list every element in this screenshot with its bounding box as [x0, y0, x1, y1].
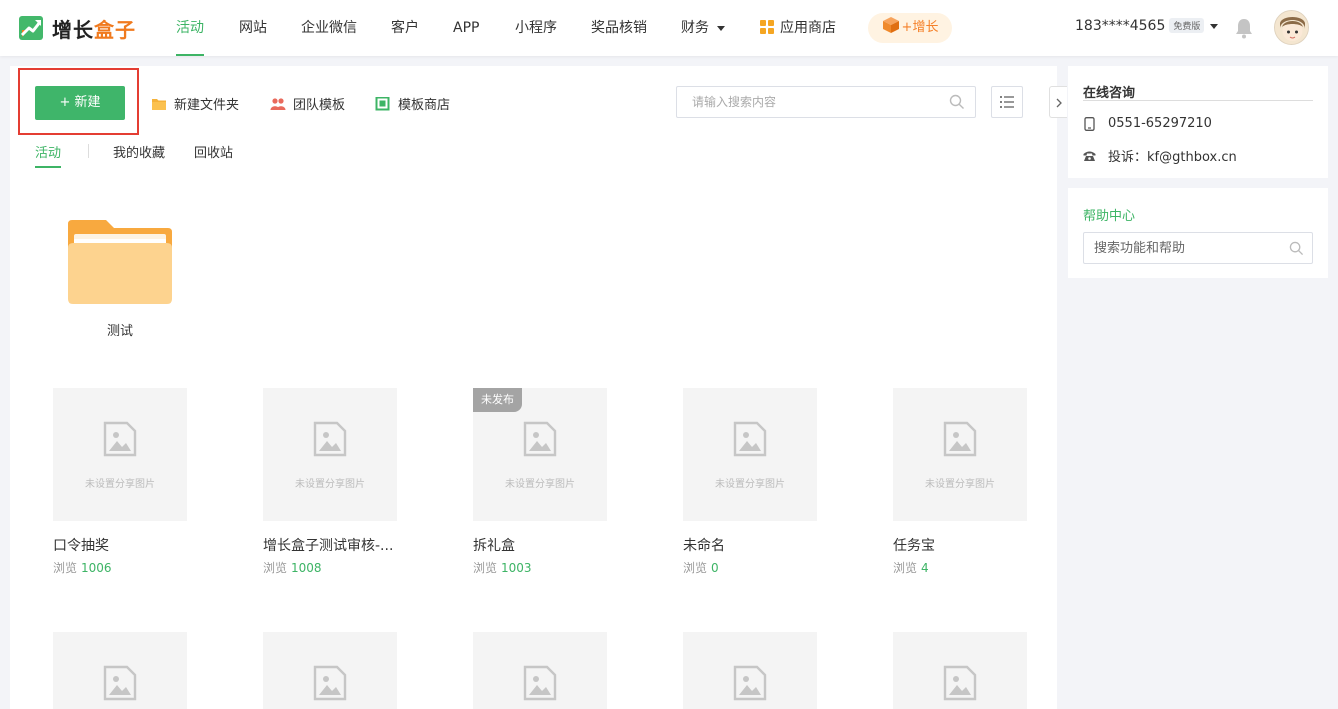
image-placeholder-icon — [943, 421, 977, 457]
activity-card-title[interactable]: 拆礼盒 — [473, 535, 607, 555]
help-search-input[interactable] — [1084, 233, 1279, 263]
unpublished-badge: 未发布 — [473, 388, 522, 412]
store-icon — [375, 96, 390, 110]
top-navbar: 增长盒子 活动 网站 企业微信 客户 APP 小程序 奖品核销 财务 应用商店 … — [0, 0, 1338, 56]
consult-complaint: 投诉：kf@gthbox.cn — [1083, 146, 1237, 165]
nav-item-app[interactable]: APP — [453, 0, 479, 56]
nav-item-customers[interactable]: 客户 — [391, 0, 419, 56]
activity-card-thumbnail[interactable] — [893, 632, 1027, 709]
consult-title: 在线咨询 — [1083, 86, 1136, 101]
activity-card-thumbnail[interactable] — [53, 632, 187, 709]
image-placeholder-icon — [523, 665, 557, 701]
activity-card-views: 浏览 0 — [683, 561, 719, 575]
online-consult-panel: 在线咨询 0551-65297210 投诉：kf@gthbox.cn — [1068, 66, 1328, 178]
image-placeholder-icon — [523, 421, 557, 457]
tab-activity[interactable]: 活动 — [35, 142, 62, 168]
activity-card-thumbnail[interactable]: 未设置分享图片 — [53, 388, 187, 521]
nav-item-app-store[interactable]: 应用商店 — [760, 0, 836, 56]
activity-card-title[interactable]: 增长盒子测试审核-... — [263, 535, 397, 555]
tab-divider — [88, 144, 89, 158]
thumbnail-placeholder-text: 未设置分享图片 — [85, 479, 155, 490]
list-view-icon — [1000, 96, 1014, 108]
activity-card-views: 浏览 1006 — [53, 561, 112, 575]
consult-phone: 0551-65297210 — [1083, 116, 1212, 131]
activity-card-views: 浏览 1003 — [473, 561, 532, 575]
image-placeholder-icon — [103, 665, 137, 701]
folder-icon — [152, 98, 166, 110]
tab-favorites[interactable]: 我的收藏 — [113, 142, 165, 161]
brand-logo[interactable]: 增长盒子 — [18, 14, 136, 42]
phone-icon — [1084, 116, 1095, 131]
tab-recycle-bin[interactable]: 回收站 — [194, 142, 233, 161]
nav-item-finance[interactable]: 财务 — [681, 0, 725, 56]
help-center-title[interactable]: 帮助中心 — [1083, 205, 1135, 224]
help-center-panel: 帮助中心 — [1068, 188, 1328, 278]
telephone-icon — [1083, 151, 1096, 161]
new-folder-button[interactable]: 新建文件夹 — [151, 94, 239, 113]
help-search-box[interactable] — [1083, 232, 1313, 264]
activity-card-title[interactable]: 任务宝 — [893, 535, 1027, 555]
image-placeholder-icon — [103, 421, 137, 457]
nav-item-miniprogram[interactable]: 小程序 — [515, 0, 557, 56]
activity-card-thumbnail[interactable] — [263, 632, 397, 709]
search-input[interactable] — [677, 87, 937, 117]
user-phone: 183****4565 — [1075, 18, 1166, 34]
chevron-down-icon — [1210, 23, 1219, 29]
user-account-menu[interactable]: 183****4565 免费版 — [1075, 18, 1219, 34]
search-box[interactable] — [676, 86, 976, 118]
search-icon[interactable] — [949, 94, 965, 110]
thumbnail-placeholder-text: 未设置分享图片 — [715, 479, 785, 490]
activity-card-thumbnail[interactable] — [473, 632, 607, 709]
activity-card-title[interactable]: 未命名 — [683, 535, 817, 555]
avatar[interactable] — [1274, 10, 1309, 45]
avatar-image — [1275, 11, 1308, 44]
nav-item-activity[interactable]: 活动 — [176, 0, 204, 56]
team-template-button[interactable]: 团队模板 — [270, 94, 345, 113]
nav-item-wecom[interactable]: 企业微信 — [301, 0, 357, 56]
chevron-right-icon — [1056, 98, 1062, 108]
main-content: + 新建 新建文件夹 团队模板 模板商店 活动 我的收藏 — [10, 66, 1057, 709]
activity-card-title[interactable]: 口令抽奖 — [53, 535, 187, 555]
plan-badge: 免费版 — [1169, 18, 1205, 33]
grow-button[interactable]: +增长 — [868, 13, 952, 43]
activity-card-thumbnail[interactable]: 未设置分享图片 — [893, 388, 1027, 521]
divider — [1083, 100, 1313, 101]
image-placeholder-icon — [733, 421, 767, 457]
activity-card-thumbnail[interactable]: 未设置分享图片 未发布 — [473, 388, 607, 521]
template-store-button[interactable]: 模板商店 — [375, 94, 450, 113]
team-icon — [270, 97, 286, 110]
thumbnail-placeholder-text: 未设置分享图片 — [505, 479, 575, 490]
activity-card-thumbnail[interactable]: 未设置分享图片 — [683, 388, 817, 521]
activity-card-thumbnail[interactable] — [683, 632, 817, 709]
image-placeholder-icon — [313, 665, 347, 701]
thumbnail-placeholder-text: 未设置分享图片 — [925, 479, 995, 490]
sidebar-collapse-toggle[interactable] — [1049, 86, 1067, 118]
chevron-down-icon — [717, 25, 725, 31]
nav-item-prize-redeem[interactable]: 奖品核销 — [591, 0, 647, 56]
brand-name: 增长盒子 — [52, 17, 136, 42]
activity-card-thumbnail[interactable]: 未设置分享图片 — [263, 388, 397, 521]
folder-icon[interactable] — [68, 216, 172, 306]
image-placeholder-icon — [313, 421, 347, 457]
activity-card-views: 浏览 1008 — [263, 561, 322, 575]
bell-icon[interactable] — [1234, 17, 1254, 39]
folder-name[interactable]: 测试 — [68, 320, 172, 339]
thumbnail-placeholder-text: 未设置分享图片 — [295, 479, 365, 490]
apps-icon — [760, 20, 774, 34]
list-view-button[interactable] — [991, 86, 1023, 118]
search-icon[interactable] — [1289, 241, 1304, 256]
image-placeholder-icon — [943, 665, 977, 701]
box-icon — [882, 17, 899, 33]
new-button[interactable]: + 新建 — [35, 86, 125, 120]
activity-card-views: 浏览 4 — [893, 561, 929, 575]
logo-icon — [19, 16, 43, 40]
image-placeholder-icon — [733, 665, 767, 701]
nav-item-website[interactable]: 网站 — [239, 0, 267, 56]
